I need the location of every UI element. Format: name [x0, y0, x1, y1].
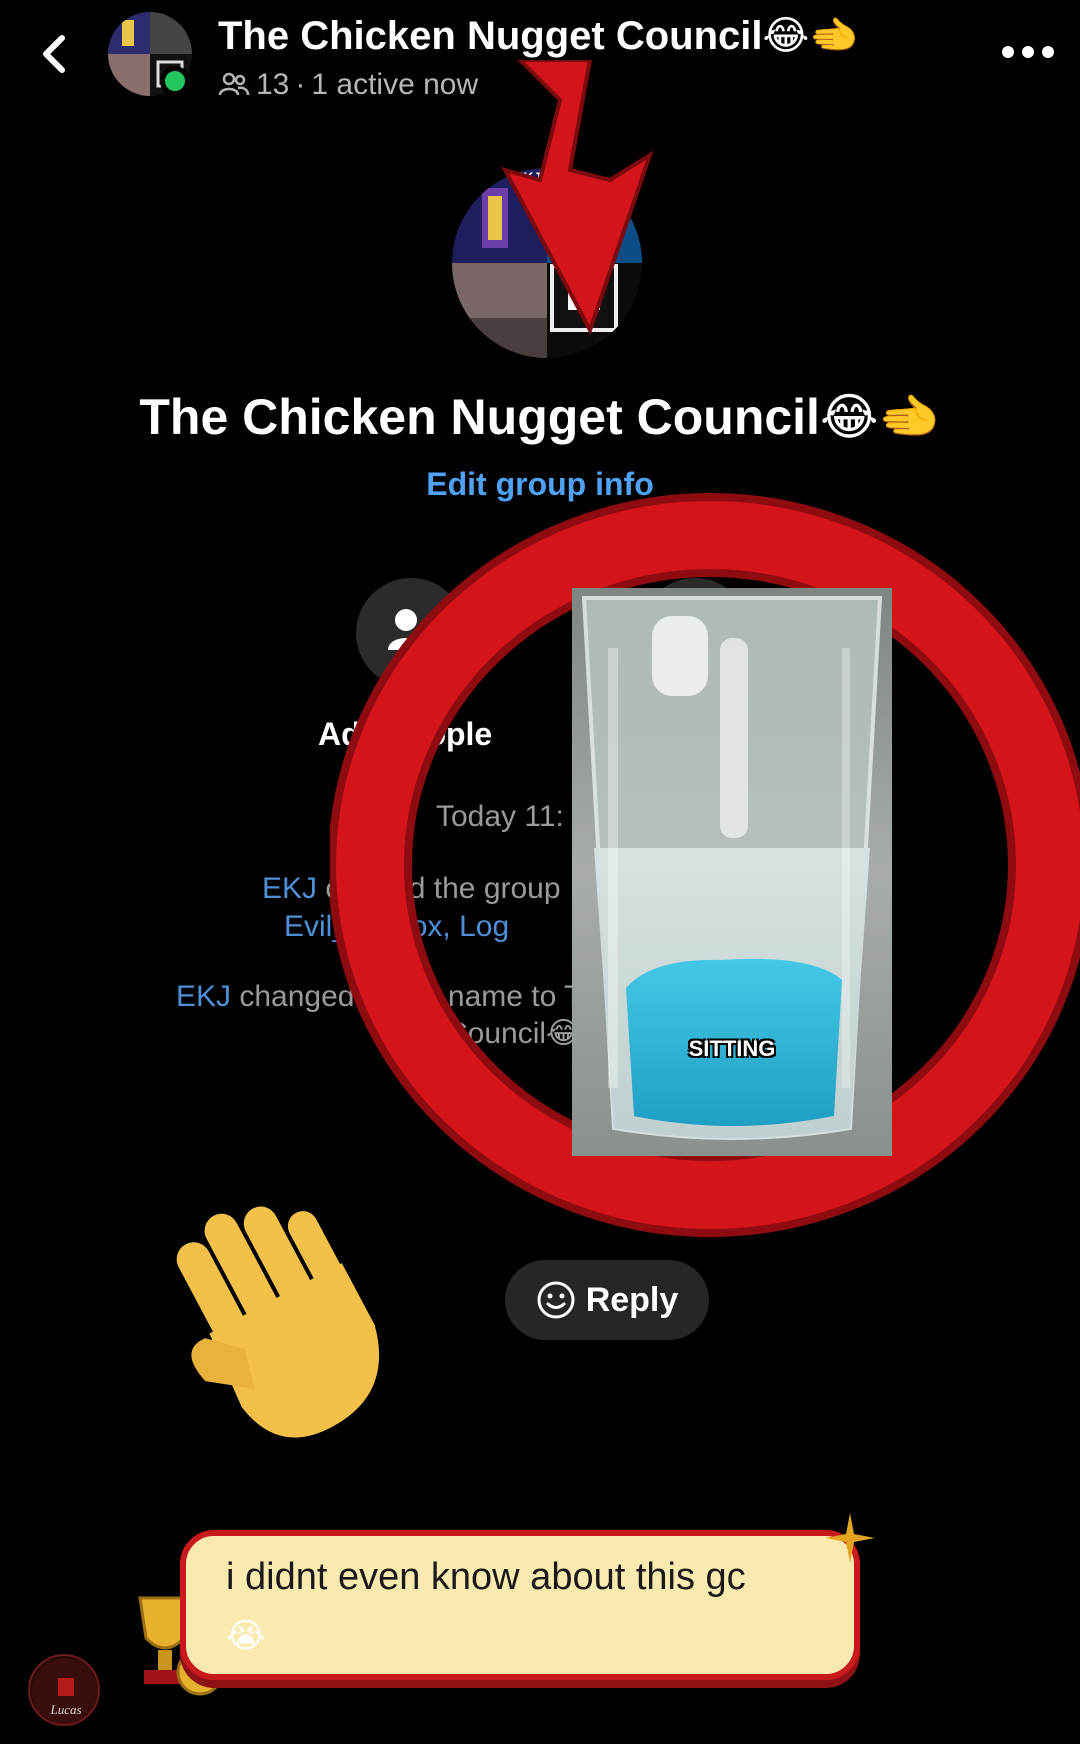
avatar-label: Lucas: [49, 1702, 81, 1717]
sparkle-icon: [825, 1513, 875, 1563]
active-status: 1 active now: [311, 68, 479, 101]
comment-bubble[interactable]: i didnt even know about this gc 😭: [180, 1530, 860, 1680]
back-icon[interactable]: [32, 24, 76, 84]
comment-container: i didnt even know about this gc 😭: [120, 1508, 900, 1708]
comment-text: i didnt even know about this gc: [226, 1556, 746, 1598]
waving-hand-icon: [176, 1206, 380, 1438]
actor-link[interactable]: EKJ: [262, 872, 317, 905]
chat-subtitle: 13 · 1 active now: [218, 68, 478, 102]
online-indicator: [160, 66, 190, 96]
members-icon: [218, 72, 250, 96]
smiley-icon: [537, 1281, 575, 1319]
group-name: The Chicken Nugget Council😂🫲: [139, 389, 941, 445]
reply-label: Reply: [585, 1280, 679, 1319]
separator: ·: [295, 68, 306, 101]
video-caption: SITTING: [688, 1036, 776, 1061]
glass-of-water-image: [572, 588, 892, 1156]
member-count: 13: [256, 68, 290, 101]
actor-link[interactable]: EKJ: [176, 980, 231, 1013]
reply-button[interactable]: Reply: [505, 1260, 709, 1340]
more-options-icon[interactable]: [1000, 44, 1056, 60]
crying-emoji: 😭: [226, 1617, 266, 1655]
red-arrow-icon: [501, 60, 654, 336]
chat-title[interactable]: The Chicken Nugget Council😂🫲: [218, 12, 859, 59]
commenter-avatar[interactable]: Lucas: [28, 1654, 100, 1726]
